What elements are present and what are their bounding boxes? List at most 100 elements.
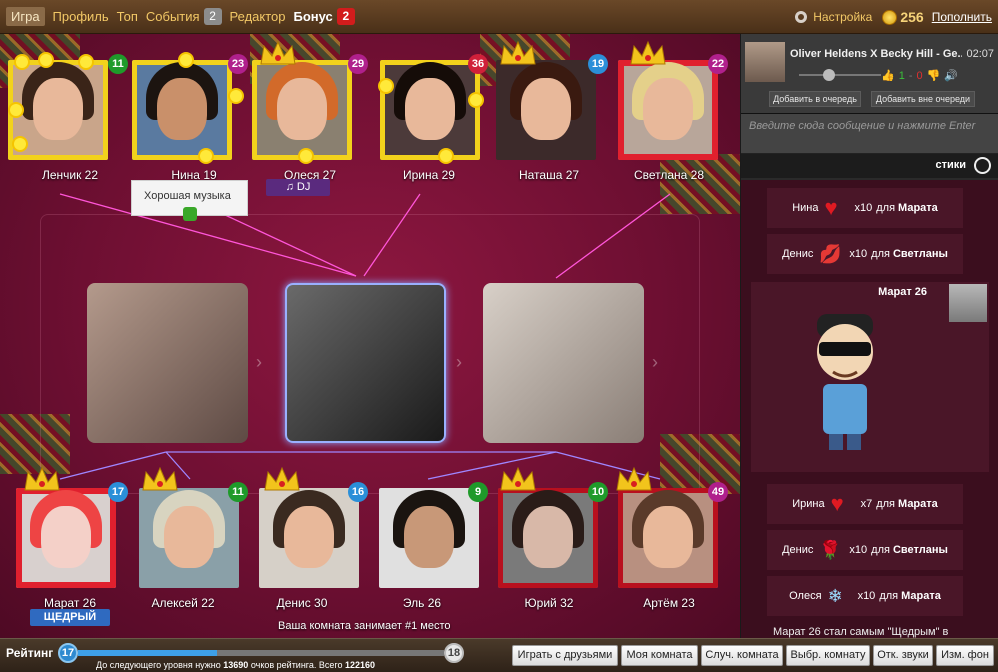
gift-recipient: Марата bbox=[898, 202, 938, 214]
player-avatar-marat[interactable] bbox=[16, 488, 116, 588]
gift-feed: Нина ♥ x10 для Марата Денис 💋 x10 для Св… bbox=[741, 180, 998, 638]
player-name-label: Ленчик 22 bbox=[41, 168, 99, 182]
crown-icon bbox=[262, 466, 302, 492]
player-name-label: Алексей 22 bbox=[151, 596, 215, 610]
slider-knob[interactable] bbox=[823, 69, 835, 81]
stickers-bar: стики bbox=[741, 154, 998, 178]
add-out-of-queue-button[interactable]: Добавить вне очереди bbox=[871, 91, 975, 107]
add-to-queue-button[interactable]: Добавить в очередь bbox=[769, 91, 861, 107]
snowflake-icon: ❄ bbox=[827, 586, 843, 606]
rating-progress-fill bbox=[78, 650, 218, 656]
player-avatar-olesya[interactable] bbox=[252, 60, 352, 160]
change-background-button[interactable]: Изм. фон bbox=[936, 645, 994, 666]
player-name-label: Светлана 28 bbox=[633, 168, 705, 182]
nav-top[interactable]: Топ bbox=[117, 9, 138, 24]
gift-for-word: для bbox=[871, 544, 890, 556]
top-menu-bar: Игра Профиль Топ События 2 Редактор Бону… bbox=[0, 0, 998, 34]
random-room-button[interactable]: Случ. комната bbox=[701, 645, 783, 666]
nav-events[interactable]: События 2 bbox=[146, 8, 222, 25]
thumbs-up-icon[interactable]: 👍 bbox=[881, 69, 895, 82]
gift-sender: Денис bbox=[782, 248, 814, 260]
rating-note: До следующего уровня нужно 13690 очков р… bbox=[96, 660, 375, 670]
nav-bonus[interactable]: Бонус 2 bbox=[294, 8, 355, 25]
my-room-button[interactable]: Моя комната bbox=[621, 645, 698, 666]
nav-game[interactable]: Игра bbox=[6, 7, 45, 26]
player-name-label: Наташа 27 bbox=[518, 168, 580, 182]
track-title: Oliver Heldens X Becky Hill - Ge... bbox=[790, 48, 962, 60]
dislikes-count: 0 bbox=[916, 69, 923, 82]
player-avatar-denis[interactable] bbox=[259, 488, 359, 588]
couple-photo-1[interactable] bbox=[87, 283, 248, 443]
player-name-label: Марат 26 bbox=[43, 596, 97, 610]
gift-recipient: Марата bbox=[898, 498, 938, 510]
gift-for-word: для bbox=[876, 202, 896, 214]
smiley-icon[interactable] bbox=[974, 157, 991, 174]
chevron-right-icon: › bbox=[256, 352, 262, 372]
gift-recipient: Светланы bbox=[892, 248, 948, 260]
player-avatar-svetlana[interactable] bbox=[618, 60, 718, 160]
track-cover-image bbox=[745, 42, 785, 82]
level-badge: 10 bbox=[588, 482, 608, 502]
settings-link[interactable]: Настройка bbox=[795, 10, 872, 24]
player-avatar-el[interactable] bbox=[379, 488, 479, 588]
topup-link[interactable]: Пополнить bbox=[932, 10, 992, 24]
crown-icon bbox=[628, 40, 668, 66]
crown-icon bbox=[140, 466, 180, 492]
bottom-bar: Рейтинг 17 18 До следующего уровня нужно… bbox=[0, 638, 998, 672]
likes-count: 1 bbox=[898, 69, 905, 82]
crown-icon bbox=[258, 40, 298, 66]
sun-sticker-icon bbox=[300, 150, 312, 162]
sun-sticker-icon bbox=[200, 150, 212, 162]
couple-photo-2[interactable] bbox=[285, 283, 446, 443]
player-avatar-aleksey[interactable] bbox=[139, 488, 239, 588]
main-nav: Игра Профиль Топ События 2 Редактор Бону… bbox=[0, 7, 363, 26]
volume-slider[interactable] bbox=[799, 69, 881, 81]
couple-photo-3[interactable] bbox=[483, 283, 644, 443]
settings-label: Настройка bbox=[813, 10, 873, 24]
music-player: Oliver Heldens X Becky Hill - Ge... 02:0… bbox=[741, 34, 998, 114]
gift-entry: Нина ♥ x10 для Марата bbox=[767, 188, 963, 228]
current-level-badge: 17 bbox=[58, 643, 78, 663]
feed-message: Марат 26 стал самым "Щедрым" в bbox=[773, 626, 949, 638]
choose-room-button[interactable]: Выбр. комнату bbox=[786, 645, 870, 666]
play-with-friends-button[interactable]: Играть с друзьями bbox=[512, 645, 618, 666]
stickers-label[interactable]: стики bbox=[935, 159, 966, 171]
kiss-icon: 💋 bbox=[819, 244, 842, 264]
gift-count: x7 bbox=[860, 498, 873, 510]
nav-editor[interactable]: Редактор bbox=[230, 9, 286, 24]
sun-sticker-icon bbox=[180, 54, 192, 66]
player-name-label: Юрий 32 bbox=[524, 596, 574, 610]
gift-count: x10 bbox=[849, 544, 868, 556]
player-avatar-yuriy[interactable] bbox=[498, 488, 598, 588]
track-time: 02:07 bbox=[966, 48, 994, 60]
sounds-toggle-button[interactable]: Отк. звуки bbox=[873, 645, 933, 666]
gift-count: x10 bbox=[849, 248, 868, 260]
thumbs-down-icon[interactable]: 👎 bbox=[927, 69, 941, 82]
points-needed: 13690 bbox=[223, 660, 249, 670]
gift-entry: Денис 🌹 x10 для Светланы bbox=[767, 530, 963, 570]
player-name-label: Эль 26 bbox=[402, 596, 442, 610]
player-avatar-nina[interactable] bbox=[132, 60, 232, 160]
player-avatar-natasha[interactable] bbox=[496, 60, 596, 160]
sun-sticker-icon bbox=[230, 90, 242, 102]
post-author-avatar[interactable] bbox=[949, 284, 987, 322]
nav-profile[interactable]: Профиль bbox=[53, 9, 109, 24]
chat-input[interactable]: Введите сюда сообщение и нажмите Enter bbox=[741, 114, 998, 154]
nav-bonus-label: Бонус bbox=[293, 9, 333, 24]
crown-icon bbox=[614, 466, 654, 492]
volume-icon[interactable]: 🔊 bbox=[944, 69, 958, 82]
app-window: Игра Профиль Топ События 2 Редактор Бону… bbox=[0, 0, 998, 672]
gift-sender: Олеся bbox=[789, 590, 822, 602]
player-avatar-artyom[interactable] bbox=[618, 488, 718, 588]
dj-badge: ♫ DJ bbox=[266, 179, 330, 196]
level-badge: 17 bbox=[108, 482, 128, 502]
level-badge: 22 bbox=[708, 54, 728, 74]
sun-sticker-icon bbox=[440, 150, 452, 162]
player-avatar-irina[interactable] bbox=[380, 60, 480, 160]
sun-sticker-icon bbox=[80, 56, 92, 68]
gift-count: x10 bbox=[857, 590, 876, 602]
gift-for-word: для bbox=[876, 498, 896, 510]
game-table: 11 23 29 36 19 22 Ленчик 22 Нина 19 Олес… bbox=[0, 34, 740, 638]
level-badge: 9 bbox=[468, 482, 488, 502]
crown-icon bbox=[22, 466, 62, 492]
